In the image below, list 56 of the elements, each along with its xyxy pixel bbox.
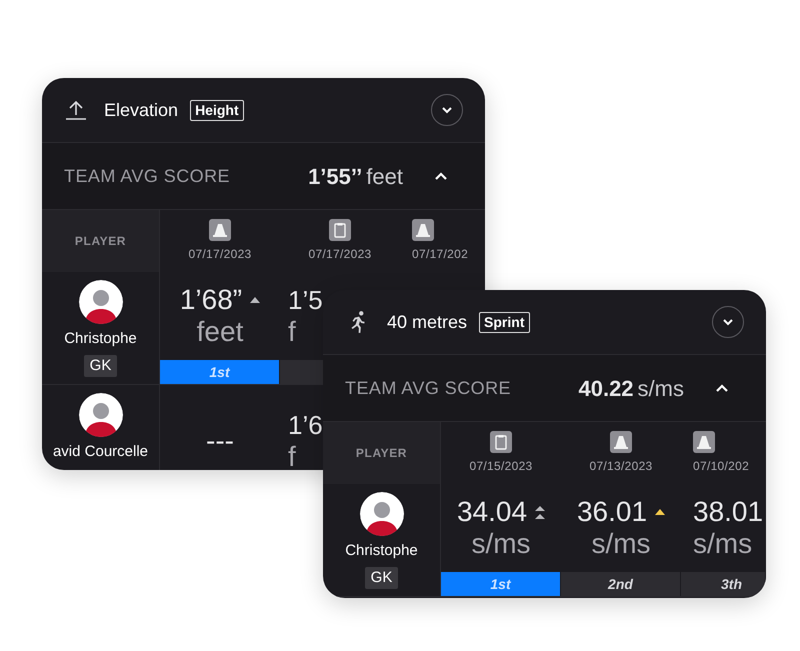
position-badge: GK (84, 354, 118, 377)
result-unit: s/ms (693, 528, 752, 560)
avatar-silhouette (78, 280, 122, 324)
result-value: 38.01 (693, 496, 764, 528)
avg-score-value: 1’55’’ (308, 162, 362, 190)
rank-label: 1st (490, 574, 511, 594)
session-date: 07/17/202 (412, 246, 468, 263)
result-value: 1’5 (288, 284, 323, 316)
result-unit: feet (196, 316, 244, 348)
clipboard-icon (490, 431, 512, 453)
rank-label: 3th (721, 574, 742, 594)
player-name: avid Courcelle (52, 442, 148, 462)
expand-button[interactable] (712, 306, 744, 338)
cone-icon (610, 431, 632, 453)
avg-score-value: 40.22 (578, 374, 634, 402)
session-date: 07/13/2023 (589, 458, 653, 475)
chevron-down-icon (723, 318, 733, 326)
avg-score-label: TEAM AVG SCORE (345, 376, 511, 400)
player-column-heading: PLAYER (356, 445, 408, 462)
result-unit: f (288, 441, 296, 470)
card-title: Elevation (104, 98, 178, 122)
result-value: 36.01 (576, 496, 648, 528)
expand-button[interactable] (431, 94, 463, 126)
clipboard-icon (329, 219, 351, 241)
avg-score-label: TEAM AVG SCORE (64, 164, 230, 188)
avatar-silhouette (78, 393, 122, 437)
player-name: Christophe (64, 329, 137, 349)
rank-label: 1st (209, 362, 230, 382)
result-unit: s/ms (471, 528, 531, 560)
session-date: 07/15/2023 (469, 458, 533, 475)
player-column-heading: PLAYER (74, 233, 126, 250)
position-badge: GK (364, 566, 398, 589)
result-value: 1’6 (288, 409, 323, 441)
session-date: 07/17/2023 (308, 246, 372, 263)
result-unit: f (288, 316, 296, 348)
caret-up-icon (435, 172, 447, 180)
category-tag: Height (190, 100, 244, 120)
result-unit: s/ms (591, 528, 651, 560)
cone-icon (209, 219, 231, 241)
result-value: 1’68” (180, 284, 242, 316)
avg-score-unit: s/ms (638, 374, 684, 402)
caret-up-icon (716, 384, 728, 392)
result-value: 34.04 (456, 496, 528, 528)
rank-label: 2nd (608, 574, 633, 594)
category-tag: Sprint (479, 312, 530, 332)
cone-icon (693, 431, 715, 453)
result-value: --- (206, 425, 234, 457)
session-date: 07/17/2023 (188, 246, 252, 263)
cone-icon (412, 219, 434, 241)
upload-icon (64, 98, 88, 122)
player-name: Christophe (345, 541, 418, 561)
card-title: 40 metres (387, 310, 468, 334)
chevron-down-icon (442, 106, 452, 114)
session-date: 07/10/202 (693, 458, 750, 475)
avatar-silhouette (360, 492, 404, 536)
avg-score-unit: feet (366, 162, 403, 190)
